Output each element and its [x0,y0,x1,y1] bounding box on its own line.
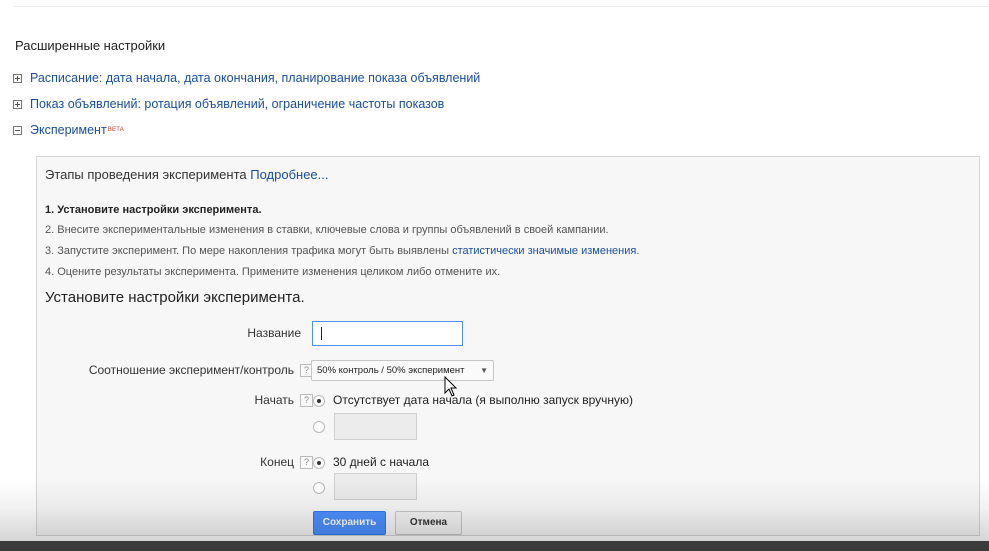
save-button[interactable]: Сохранить [313,511,386,535]
beta-badge: BETA [107,127,125,133]
step-3: 3. Запустите эксперимент. По мере накопл… [45,245,639,257]
experiment-row[interactable]: Эксперимент BETA [13,123,124,137]
text-caret [321,327,322,340]
learn-more-link[interactable]: Подробнее... [250,167,328,182]
ad-delivery-row[interactable]: Показ объявлений: ротация объявлений, ог… [13,97,444,111]
cancel-button[interactable]: Отмена [395,511,462,535]
start-date-input[interactable] [334,413,417,440]
ratio-label-text: Соотношение эксперимент/контроль [88,363,294,377]
form-title: Установите настройки эксперимента. [45,289,305,306]
step-3-tail: . [636,245,640,257]
end-date-radio[interactable] [313,482,325,494]
ratio-select-value: 50% контроль / 50% эксперимент [317,365,465,376]
name-label: Название [247,326,301,340]
step-4: 4. Оцените результаты эксперимента. Прим… [45,266,501,278]
top-divider [14,6,989,7]
ratio-label: Соотношение эксперимент/контроль? [88,363,313,378]
help-icon[interactable]: ? [300,394,313,408]
help-icon[interactable]: ? [300,456,313,470]
mouse-cursor-icon [444,376,458,397]
experiment-panel: Этапы проведения эксперимента Подробнее.… [36,156,980,536]
expand-icon[interactable] [13,73,22,83]
start-label-text: Начать [254,393,295,407]
step-3-text: 3. Запустите эксперимент. По мере накопл… [45,245,453,257]
step-2: 2. Внесите экспериментальные изменения в… [45,224,609,236]
expand-icon[interactable] [13,99,22,109]
start-label: Начать? [254,393,313,408]
experiment-link[interactable]: Эксперимент [30,123,107,137]
end-label: Конец? [260,455,313,470]
end-date-input[interactable] [334,473,417,500]
experiment-stages-heading: Этапы проведения эксперимента Подробнее.… [45,167,329,182]
experiment-stages-title: Этапы проведения эксперимента [45,167,247,182]
significant-changes-link[interactable]: статистически значимые изменения [452,245,636,257]
start-no-date-radio[interactable] [313,395,325,407]
name-input[interactable] [312,321,463,346]
ratio-select[interactable]: 50% контроль / 50% эксперимент ▼ [311,360,494,381]
step-1: 1. Установите настройки эксперимента. [45,204,262,216]
start-no-date-text: Отсутствует дата начала (я выполню запус… [333,393,633,407]
advanced-settings-heading: Расширенные настройки [15,38,166,53]
end-30-days-radio[interactable] [313,457,325,469]
ad-delivery-link[interactable]: Показ объявлений: ротация объявлений, ог… [30,97,444,111]
end-label-text: Конец [260,455,294,469]
schedule-row[interactable]: Расписание: дата начала, дата окончания,… [13,71,480,85]
bottom-bar [0,541,989,551]
end-30-days-text: 30 дней с начала [333,455,429,469]
dropdown-arrow-icon: ▼ [480,366,488,375]
schedule-link[interactable]: Расписание: дата начала, дата окончания,… [30,71,480,85]
collapse-icon[interactable] [13,125,22,135]
start-date-radio[interactable] [313,421,325,433]
